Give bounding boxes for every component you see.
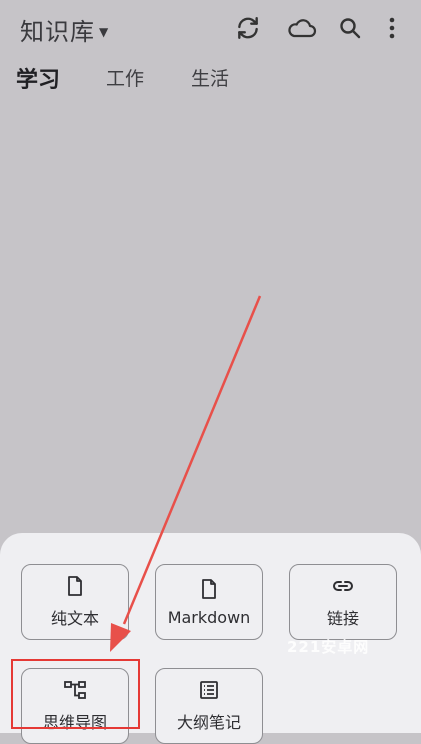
markdown-button[interactable]: Markdown (155, 564, 263, 640)
category-tabs: 学习 工作 生活 (0, 58, 421, 98)
search-icon[interactable] (336, 14, 364, 42)
tab-life[interactable]: 生活 (191, 64, 229, 91)
tab-work[interactable]: 工作 (106, 64, 144, 91)
more-vert-icon[interactable] (378, 14, 406, 42)
link-icon (332, 575, 354, 597)
cloud-icon[interactable] (286, 14, 318, 42)
card-label: 纯文本 (50, 609, 99, 628)
card-label: 大纲笔记 (176, 713, 241, 732)
document-icon (67, 575, 83, 597)
outline-icon (200, 679, 218, 701)
library-selector[interactable]: 知识库 ▼ (20, 12, 108, 47)
plain-text-button[interactable]: 纯文本 (21, 564, 129, 640)
dropdown-caret-icon: ▼ (99, 24, 109, 39)
card-label: Markdown (167, 607, 251, 627)
page-title: 知识库 (20, 18, 95, 46)
document-icon (201, 578, 217, 600)
link-button[interactable]: 链接 (289, 564, 397, 640)
top-app-bar: 知识库 ▼ (0, 0, 421, 56)
card-label: 链接 (326, 609, 359, 628)
annotation-highlight-box (11, 659, 140, 729)
outline-note-button[interactable]: 大纲笔记 (155, 668, 263, 744)
tab-study[interactable]: 学习 (16, 62, 60, 94)
sync-icon[interactable] (234, 14, 262, 42)
watermark-text: 221安卓网 (287, 638, 370, 656)
